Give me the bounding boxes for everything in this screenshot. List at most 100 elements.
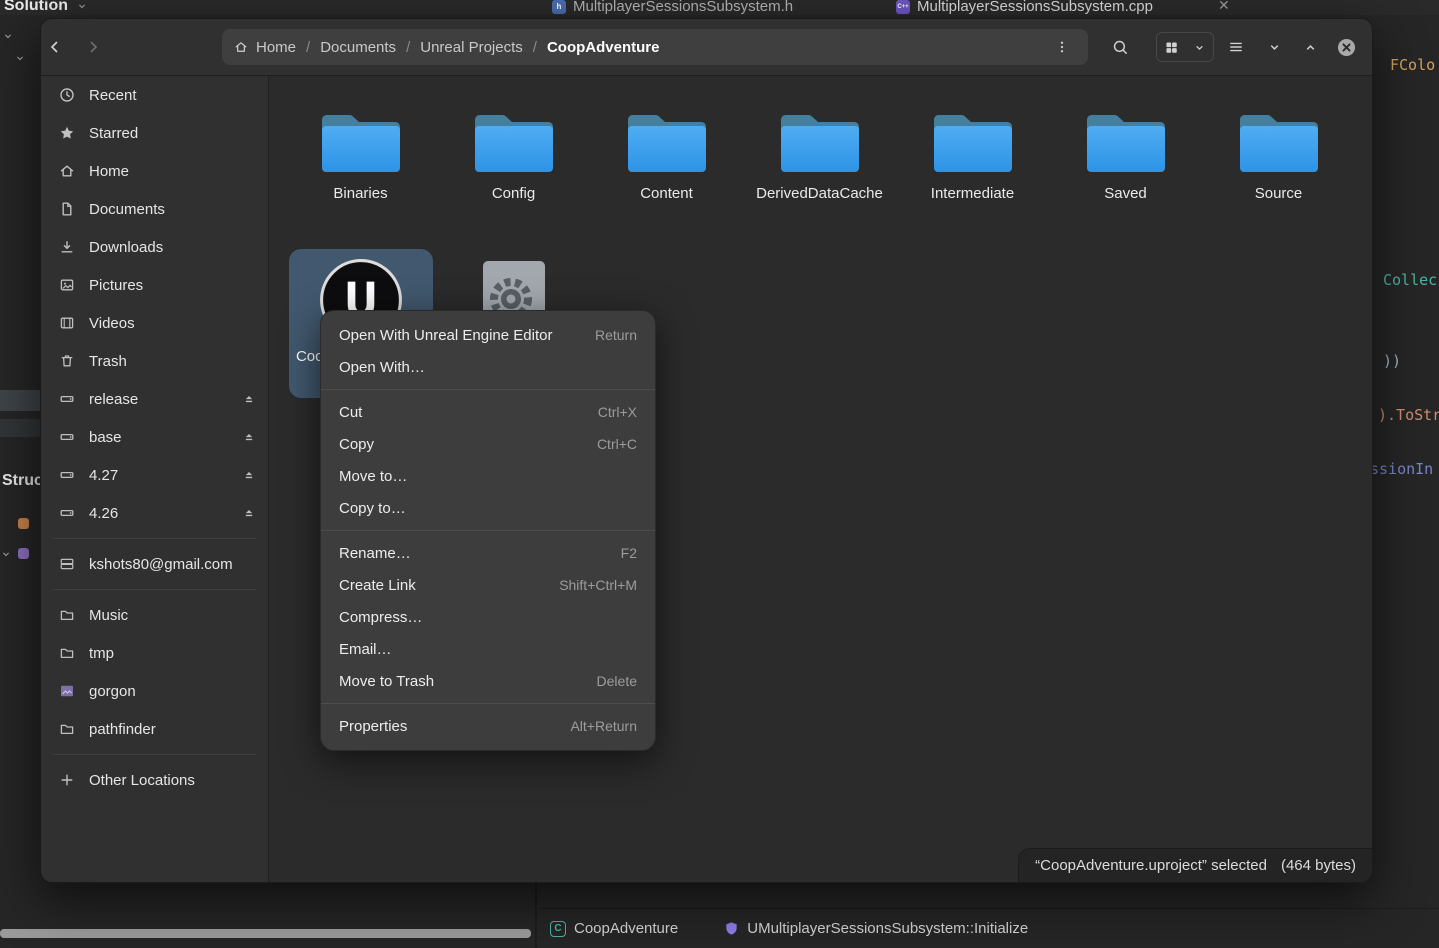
sidebar-item-starred[interactable]: Starred [41,114,268,152]
back-button[interactable] [41,33,69,61]
tree-chevron-icon[interactable] [14,52,26,64]
tree-selected-row[interactable] [0,390,40,411]
class-icon [18,548,29,559]
menu-item-move-to[interactable]: Move to… [321,460,655,492]
code-fragment: )) [1383,352,1401,370]
sidebar-item-trash[interactable]: Trash [41,342,268,380]
sidebar-item-4-26[interactable]: 4.26 [41,494,268,532]
menu-separator [321,530,655,531]
grid-view-icon [1164,40,1179,55]
folder-icon [774,106,866,178]
run-config-label: CoopAdventure [574,920,678,937]
sidebar-item-gmail-account[interactable]: kshots80@gmail.com [41,545,268,583]
chevron-right-icon [85,39,101,55]
sidebar-separator [53,538,256,539]
sidebar-item-pictures[interactable]: Pictures [41,266,268,304]
main-menu-button[interactable] [1222,33,1250,61]
search-button[interactable] [1106,33,1134,61]
hamburger-menu-icon [1228,39,1244,55]
sidebar-item-music[interactable]: Music [41,596,268,634]
eject-button[interactable] [242,468,256,482]
folder-content[interactable]: Content [590,106,743,203]
menu-item-compress[interactable]: Compress… [321,601,655,633]
folder-intermediate[interactable]: Intermediate [896,106,1049,203]
close-icon [1337,38,1356,57]
picture-thumbnail-icon [59,683,75,699]
window-maximize-button[interactable] [1296,33,1324,61]
menu-item-cut[interactable]: Cut Ctrl+X [321,396,655,428]
sidebar-item-gorgon[interactable]: gorgon [41,672,268,710]
cpp-file-icon: C++ [896,0,910,14]
folder-icon [927,106,1019,178]
eject-button[interactable] [242,392,256,406]
tree-chevron-icon[interactable] [2,30,14,42]
breadcrumb-unreal-projects[interactable]: Unreal Projects [420,39,523,56]
sidebar-item-pathfinder[interactable]: pathfinder [41,710,268,748]
symbol-shield-icon [724,921,739,936]
view-options-button[interactable] [1185,33,1213,61]
breadcrumb-separator: / [533,39,537,56]
sidebar-item-videos[interactable]: Videos [41,304,268,342]
grid-view-button[interactable] [1157,33,1185,61]
menu-item-properties[interactable]: Properties Alt+Return [321,710,655,742]
tab-cpp[interactable]: C++ MultiplayerSessionsSubsystem.cpp [896,0,1153,15]
solution-selector[interactable]: Solution [4,0,88,15]
file-manager-window: Home / Documents / Unreal Projects / Coo… [40,18,1373,883]
folder-saved[interactable]: Saved [1049,106,1202,203]
breadcrumb-coopadventure[interactable]: CoopAdventure [547,39,660,56]
sidebar-item-recent[interactable]: Recent [41,76,268,114]
symbol-label: UMultiplayerSessionsSubsystem::Initializ… [747,920,1028,937]
folder-icon [1080,106,1172,178]
headerbar: Home / Documents / Unreal Projects / Coo… [41,19,1372,76]
sidebar-separator [53,589,256,590]
folder-source[interactable]: Source [1202,106,1355,203]
menu-item-email[interactable]: Email… [321,633,655,665]
sidebar-item-release[interactable]: release [41,380,268,418]
tab-close-icon[interactable]: ✕ [1218,0,1230,14]
folder-config[interactable]: Config [437,106,590,203]
panel-divider [535,881,537,948]
menu-item-rename[interactable]: Rename… F2 [321,537,655,569]
tab-header-h[interactable]: h MultiplayerSessionsSubsystem.h [552,0,793,15]
window-unmaximize-button[interactable] [1260,33,1288,61]
run-configuration[interactable]: C CoopAdventure [550,920,678,937]
sidebar-item-base[interactable]: base [41,418,268,456]
breadcrumb-home[interactable]: Home [234,39,296,56]
menu-item-create-link[interactable]: Create Link Shift+Ctrl+M [321,569,655,601]
menu-item-copy-to[interactable]: Copy to… [321,492,655,524]
window-close-button[interactable] [1332,33,1360,61]
tree-chevron-icon[interactable] [0,548,12,560]
drive-icon [59,505,75,521]
horizontal-scrollbar[interactable] [0,929,531,938]
eject-button[interactable] [242,506,256,520]
menu-separator [321,389,655,390]
remote-drive-icon [59,556,75,572]
sidebar-item-home[interactable]: Home [41,152,268,190]
current-symbol[interactable]: UMultiplayerSessionsSubsystem::Initializ… [724,920,1028,937]
sidebar-item-tmp[interactable]: tmp [41,634,268,672]
menu-item-move-to-trash[interactable]: Move to Trash Delete [321,665,655,697]
sidebar-item-downloads[interactable]: Downloads [41,228,268,266]
path-options-button[interactable] [1048,33,1076,61]
tree-row[interactable] [0,419,40,437]
eject-button[interactable] [242,430,256,444]
tab-label: MultiplayerSessionsSubsystem.cpp [917,0,1153,15]
folder-binaries[interactable]: Binaries [284,106,437,203]
star-icon [59,125,75,141]
menu-item-open-with-unreal-engine-editor[interactable]: Open With Unreal Engine Editor Return [321,319,655,351]
forward-button[interactable] [79,33,107,61]
sidebar-item-other-locations[interactable]: Other Locations [41,761,268,799]
code-fragment: FColo [1390,56,1435,74]
folder-icon [59,645,75,661]
sidebar-item-4-27[interactable]: 4.27 [41,456,268,494]
breadcrumb-documents[interactable]: Documents [320,39,396,56]
menu-item-open-with[interactable]: Open With… [321,351,655,383]
selection-text: “CoopAdventure.uproject” selected [1035,857,1267,874]
sidebar-item-documents[interactable]: Documents [41,190,268,228]
menu-item-copy[interactable]: Copy Ctrl+C [321,428,655,460]
video-icon [59,315,75,331]
context-menu: Open With Unreal Engine Editor Return Op… [320,310,656,751]
folder-deriveddatacache[interactable]: DerivedDataCache [743,106,896,203]
plus-icon [59,772,75,788]
sidebar: Recent Starred Home Documents Downloads … [41,76,269,882]
